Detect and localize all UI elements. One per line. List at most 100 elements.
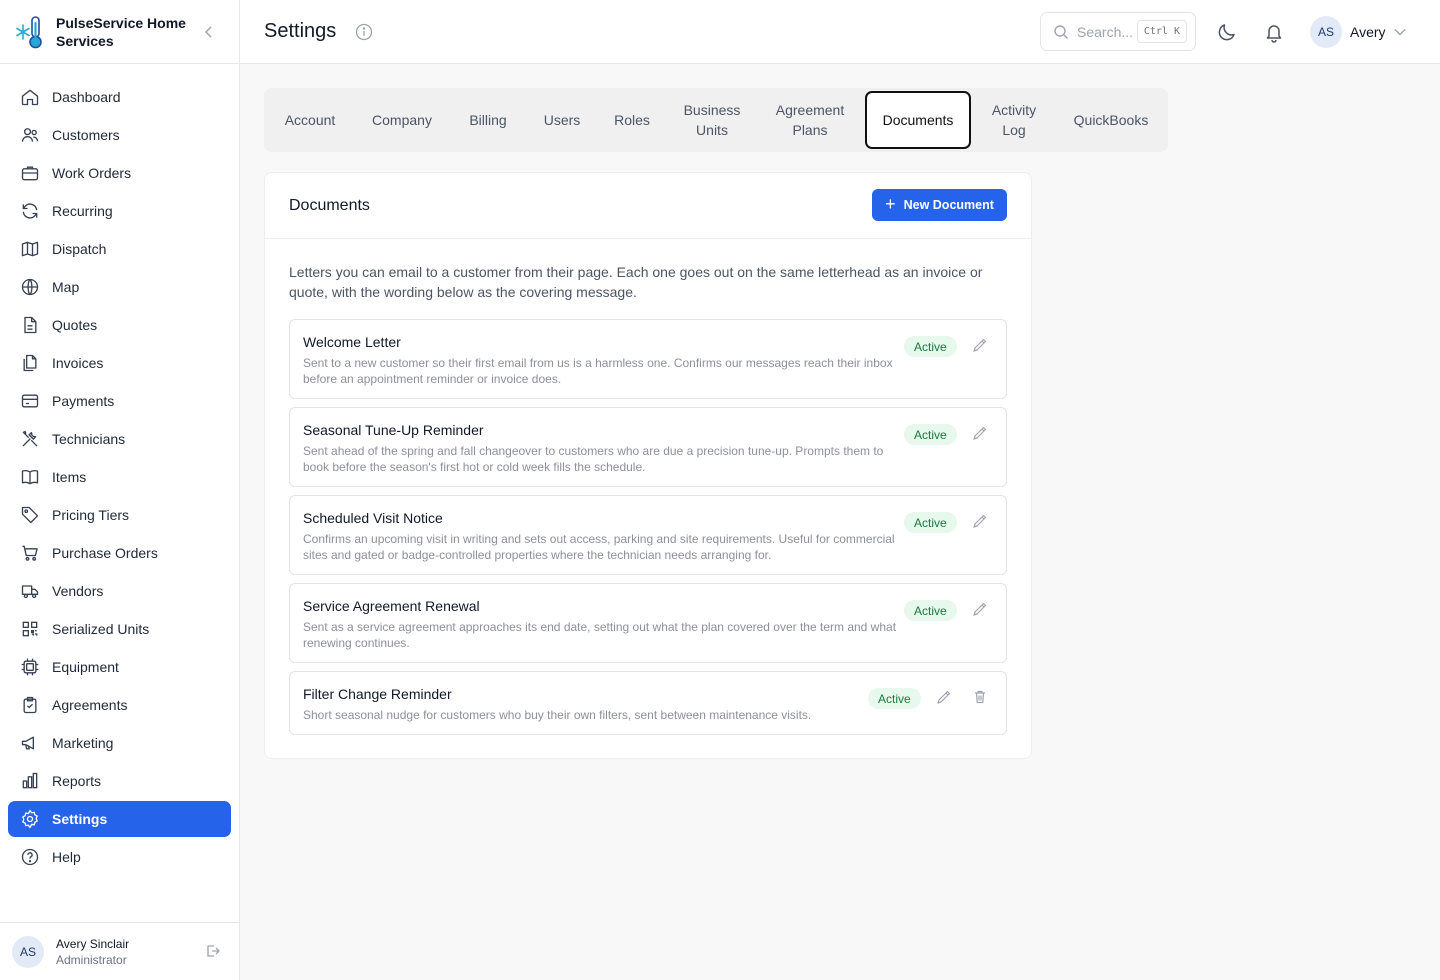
tab-activity-log[interactable]: Activity Log [980,91,1048,149]
document-row[interactable]: Welcome Letter Sent to a new customer so… [289,319,1007,399]
logout-icon[interactable] [205,943,221,959]
info-icon[interactable] [355,23,373,41]
map-fold-icon [21,241,39,257]
document-description: Short seasonal nudge for customers who b… [303,708,812,722]
sidebar-item-vendors[interactable]: Vendors [8,573,231,609]
status-badge: Active [904,336,957,357]
sidebar-item-work-orders[interactable]: Work Orders [8,155,231,191]
pencil-icon[interactable] [936,689,952,705]
sidebar-item-settings[interactable]: Settings [8,801,231,837]
sidebar-item-dashboard[interactable]: Dashboard [8,79,231,115]
sidebar-item-purchase-orders[interactable]: Purchase Orders [8,535,231,571]
status-badge: Active [868,688,921,709]
snowflake-thermometer-logo-icon [16,15,42,48]
tab-quickbooks[interactable]: QuickBooks [1064,91,1158,149]
brand: PulseService Home Services [0,0,239,64]
sidebar-item-dispatch[interactable]: Dispatch [8,231,231,267]
pencil-icon[interactable] [972,513,988,529]
document-row[interactable]: Service Agreement Renewal Sent as a serv… [289,583,1007,663]
document-row[interactable]: Scheduled Visit Notice Confirms an upcom… [289,495,1007,575]
sidebar-item-label: Work Orders [52,165,132,181]
document-row[interactable]: Seasonal Tune-Up Reminder Sent ahead of … [289,407,1007,487]
keyboard-shortcut: Ctrl K [1136,20,1187,43]
book-icon [21,469,39,485]
tag-icon [21,506,39,524]
avatar: AS [12,935,44,968]
search-icon [1054,24,1068,39]
sidebar-item-label: Customers [52,127,120,143]
new-document-label: New Document [903,198,994,212]
cart-icon [22,545,38,561]
briefcase-icon [21,166,39,181]
sidebar-item-quotes[interactable]: Quotes [8,307,231,343]
user-full-name: Avery Sinclair [56,936,130,951]
sidebar-item-agreements[interactable]: Agreements [8,687,231,723]
search-input[interactable]: Search... Ctrl K [1040,12,1196,51]
sidebar-item-equipment[interactable]: Equipment [8,649,231,685]
files-icon [23,354,37,372]
plus-icon: + [885,193,896,214]
sidebar-item-map[interactable]: Map [8,269,231,305]
user-role: Administrator [56,952,127,967]
sidebar-item-label: Vendors [52,583,104,599]
page-title: Settings [264,20,337,42]
sidebar-nav: Dashboard Customers Work Orders Recurrin… [0,64,239,875]
sidebar-item-recurring[interactable]: Recurring [8,193,231,229]
pencil-icon[interactable] [972,425,988,441]
tools-icon [22,430,38,447]
user-menu[interactable]: AS Avery [1310,16,1406,48]
sidebar-item-label: Recurring [52,203,113,219]
sidebar-item-technicians[interactable]: Technicians [8,421,231,457]
card-header: Documents + New Document [265,173,1031,239]
status-badge: Active [904,512,957,533]
tab-roles[interactable]: Roles [606,91,658,149]
document-description: Sent as a service agreement approaches i… [303,620,897,650]
collapse-sidebar-button[interactable] [201,23,217,41]
bell-icon[interactable] [1263,21,1285,43]
sidebar-item-label: Technicians [52,431,126,447]
sidebar-item-label: Dashboard [52,89,121,105]
sidebar-item-pricing-tiers[interactable]: Pricing Tiers [8,497,231,533]
sidebar-item-label: Equipment [52,659,119,675]
document-row[interactable]: Filter Change Reminder Short seasonal nu… [289,671,1007,735]
document-description: Confirms an upcoming visit in writing an… [303,532,895,562]
chevron-down-icon [1394,29,1406,36]
sidebar: PulseService Home Services Dashboard Cus… [0,0,240,980]
globe-icon [21,278,39,296]
clipboard-icon [23,696,37,714]
document-title: Seasonal Tune-Up Reminder [303,422,484,438]
megaphone-icon [21,736,34,750]
sidebar-item-label: Dispatch [52,241,107,257]
sidebar-item-label: Marketing [52,735,114,751]
pencil-icon[interactable] [972,337,988,353]
tab-documents[interactable]: Documents [865,91,971,149]
sidebar-item-customers[interactable]: Customers [8,117,231,153]
search-placeholder: Search... [1077,23,1134,40]
tab-business-units[interactable]: Business Units [676,91,748,149]
tab-agreement-plans[interactable]: Agreement Plans [766,91,854,149]
tab-users[interactable]: Users [536,91,588,149]
credit-card-icon [21,394,39,408]
status-badge: Active [904,424,957,445]
tab-company[interactable]: Company [362,91,442,149]
sidebar-item-help[interactable]: Help [8,839,231,875]
sidebar-item-serialized-units[interactable]: Serialized Units [8,611,231,647]
tab-billing[interactable]: Billing [458,91,518,149]
refresh-icon [22,203,38,219]
sidebar-item-label: Help [52,849,81,865]
sidebar-item-invoices[interactable]: Invoices [8,345,231,381]
pencil-icon[interactable] [972,601,988,617]
help-icon [21,848,39,866]
moon-icon[interactable] [1216,21,1238,43]
sidebar-item-marketing[interactable]: Marketing [8,725,231,761]
brand-name: PulseService Home Services [56,14,186,49]
tab-account[interactable]: Account [272,91,348,149]
sidebar-item-reports[interactable]: Reports [8,763,231,799]
new-document-button[interactable]: + New Document [872,189,1007,221]
sidebar-item-items[interactable]: Items [8,459,231,495]
top-header: Settings Search... Ctrl K AS Avery [240,0,1440,64]
sidebar-item-payments[interactable]: Payments [8,383,231,419]
bar-chart-icon [22,772,38,789]
home-icon [21,89,39,106]
trash-icon[interactable] [972,689,988,705]
